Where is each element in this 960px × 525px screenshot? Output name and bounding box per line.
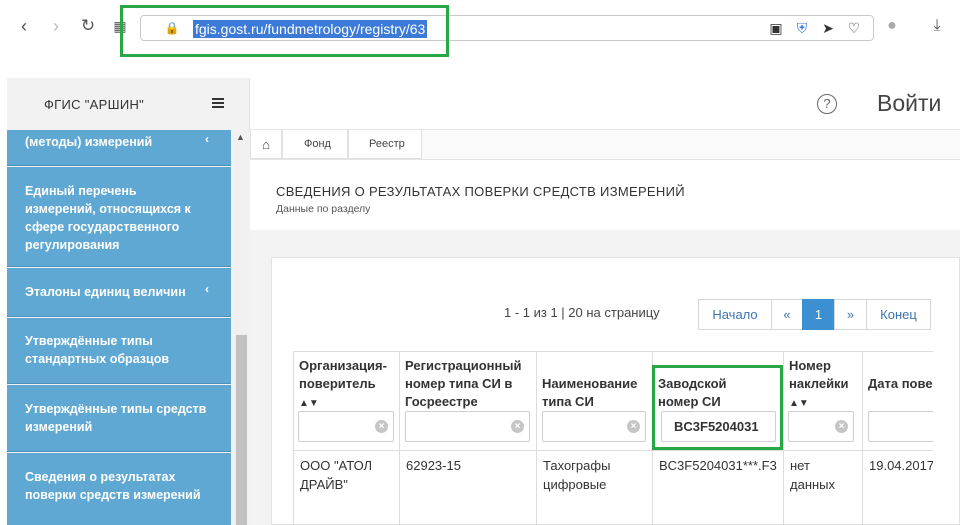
login-link[interactable]: Войти — [877, 90, 941, 117]
app-title: ФГИС "АРШИН" — [44, 97, 145, 112]
globe-icon[interactable]: ● — [880, 14, 904, 38]
page-title: СВЕДЕНИЯ О РЕЗУЛЬТАТАХ ПОВЕРКИ СРЕДСТВ И… — [276, 184, 685, 199]
table-cell: ООО "АТОЛ ДРАЙВ" — [293, 451, 400, 525]
column-header[interactable]: Организация-поверитель ▲▼ × — [293, 351, 400, 451]
column-header[interactable]: Номер наклейки ▲▼ × — [783, 351, 863, 451]
column-header[interactable]: Дата пове От — [862, 351, 933, 451]
table-cell: 19.04.2017 — [862, 451, 933, 525]
reload-icon[interactable]: ↻ — [76, 14, 100, 38]
page-subtitle: Данные по разделу — [276, 203, 371, 215]
forward-icon[interactable]: › — [44, 14, 68, 38]
help-icon[interactable]: ? — [817, 94, 837, 114]
pager-last-button[interactable]: Конец — [866, 299, 931, 330]
table-cell: 62923-15 — [399, 451, 537, 525]
chevron-left-icon: ‹ — [205, 132, 209, 146]
serial-number-highlight-box — [652, 365, 783, 450]
sidebar: (методы) измерений ‹ Единый перечень изм… — [7, 130, 250, 525]
sidebar-item-label: Сведения о результатах поверки средств и… — [25, 470, 201, 502]
pager-info: 1 - 1 из 1 | 20 на страницу — [504, 305, 660, 320]
sidebar-item-label: Единый перечень измерений, относящихся к… — [25, 184, 191, 252]
sidebar-item-measuring-types[interactable]: Утверждённые типы средств измерений — [7, 385, 231, 452]
clear-icon[interactable]: × — [511, 420, 524, 433]
column-filter-input[interactable]: × — [405, 411, 530, 442]
column-label: Регистрационный номер типа СИ в Госреест… — [405, 358, 522, 409]
main-header: ? Войти — [250, 78, 960, 130]
column-filter-input[interactable] — [868, 411, 933, 442]
sidebar-item-label: Утверждённые типы средств измерений — [25, 402, 207, 434]
table-cell: Тахографы цифровые — [536, 451, 653, 525]
column-header[interactable]: Наименование типа СИ ▲▼ × — [536, 351, 653, 451]
pager-next-button[interactable]: » — [834, 299, 867, 330]
table-cell: нет данных — [783, 451, 863, 525]
camera-icon[interactable]: ▣ — [767, 19, 785, 37]
column-label: Организация-поверитель — [299, 358, 387, 391]
pager-page-button[interactable]: 1 — [802, 299, 835, 330]
breadcrumb-item-fond[interactable]: Фонд — [282, 130, 348, 159]
back-icon[interactable]: ‹ — [12, 14, 36, 38]
clear-icon[interactable]: × — [627, 420, 640, 433]
pager-first-button[interactable]: Начало — [698, 299, 772, 330]
column-filter-input[interactable]: × — [298, 411, 394, 442]
send-icon[interactable]: ➤ — [819, 19, 837, 37]
sidebar-item-standard-samples[interactable]: Утверждённые типы стандартных образцов — [7, 318, 231, 384]
sidebar-item-label: Эталоны единиц величин — [25, 285, 186, 299]
url-highlight-box — [120, 5, 449, 57]
chevron-left-icon: ‹ — [205, 282, 209, 296]
column-label: Дата пове От — [868, 376, 933, 391]
shield-icon[interactable]: ⛨ — [793, 19, 811, 37]
sidebar-item-label: Утверждённые типы стандартных образцов — [25, 334, 170, 366]
home-icon[interactable]: ⌂ — [250, 130, 282, 159]
sidebar-item-perechen[interactable]: Единый перечень измерений, относящихся к… — [7, 167, 231, 267]
clear-icon[interactable]: × — [375, 420, 388, 433]
results-table: Организация-поверитель ▲▼ × Регистрацион… — [293, 351, 933, 525]
breadcrumb-item-reestr[interactable]: Реестр — [348, 130, 422, 159]
column-filter-input[interactable]: × — [542, 411, 646, 442]
sidebar-scroll-thumb[interactable] — [236, 335, 247, 525]
sort-icon[interactable]: ▲▼ — [789, 398, 809, 409]
sort-icon[interactable]: ▲▼ — [299, 398, 319, 409]
sidebar-item-etalony[interactable]: Эталоны единиц величин ‹ — [7, 268, 231, 317]
sidebar-item-verification-results[interactable]: Сведения о результатах поверки средств и… — [7, 453, 231, 525]
column-label: Наименование типа СИ — [542, 376, 638, 409]
clear-icon[interactable]: × — [835, 420, 848, 433]
column-filter-input[interactable]: × — [788, 411, 854, 442]
sidebar-item-methods[interactable]: (методы) измерений ‹ — [7, 130, 231, 166]
column-header[interactable]: Регистрационный номер типа СИ в Госреест… — [399, 351, 537, 451]
table-cell: BC3F5204031***.F3 — [652, 451, 784, 525]
column-label: Номер наклейки — [789, 358, 849, 391]
sidebar-header: ФГИС "АРШИН" — [7, 78, 250, 130]
sidebar-item-label: (методы) измерений — [25, 135, 153, 149]
menu-icon[interactable] — [212, 98, 224, 108]
scroll-up-icon[interactable]: ▲ — [236, 132, 245, 142]
pager-prev-button[interactable]: « — [771, 299, 803, 330]
breadcrumb: ⌂ Фонд Реестр — [250, 130, 960, 160]
heart-icon[interactable]: ♡ — [845, 19, 863, 37]
download-icon[interactable]: ⤓ — [925, 14, 949, 38]
